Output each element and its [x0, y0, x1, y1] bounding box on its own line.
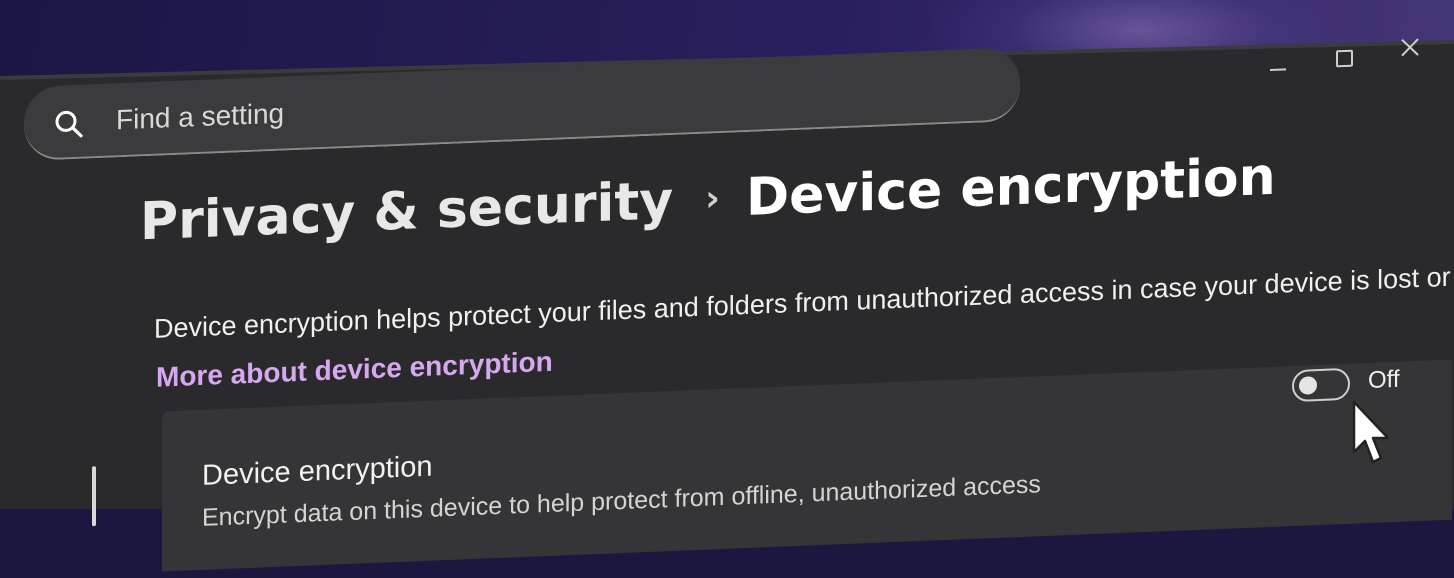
device-encryption-toggle[interactable]: [1292, 367, 1350, 403]
setting-title: Device encryption: [202, 450, 433, 492]
close-icon: [1401, 38, 1419, 57]
nav-selection-indicator: [92, 466, 96, 527]
search-box[interactable]: [24, 47, 1020, 162]
maximize-button[interactable]: [1326, 43, 1362, 74]
minimize-button[interactable]: [1260, 58, 1296, 81]
search-input[interactable]: [114, 63, 998, 142]
page-description: Device encryption helps protect your fil…: [154, 258, 1454, 344]
breadcrumb-parent-link[interactable]: Privacy & security: [140, 171, 673, 252]
minimize-icon: [1270, 68, 1286, 71]
toggle-knob: [1299, 376, 1317, 395]
page-title: Device encryption: [745, 146, 1276, 229]
breadcrumb: Privacy & security › Device encryption: [140, 147, 1276, 253]
mouse-pointer-icon: [1352, 400, 1390, 464]
close-button[interactable]: [1392, 33, 1428, 64]
settings-content: Privacy & security › Device encryption Dev…: [0, 0, 1454, 572]
more-about-link[interactable]: More about device encryption: [156, 346, 553, 394]
search-icon: [55, 110, 83, 138]
maximize-icon: [1336, 49, 1353, 68]
breadcrumb-separator-icon: ›: [705, 178, 720, 220]
device-encryption-card: Device encryption Encrypt data on this d…: [162, 359, 1452, 572]
toggle-state-label: Off: [1368, 365, 1400, 395]
